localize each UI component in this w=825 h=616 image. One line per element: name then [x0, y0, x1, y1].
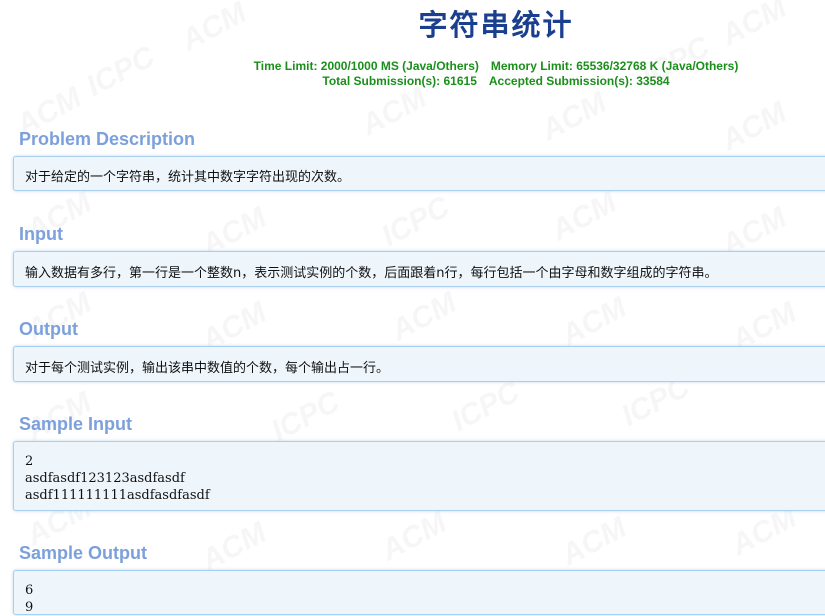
sample-output-heading: Sample Output: [19, 543, 148, 563]
limits-line-2: Total Submission(s): 61615 Accepted Submi…: [0, 74, 825, 89]
output-panel: 对于每个测试实例，输出该串中数值的个数，每个输出占一行。: [13, 346, 825, 382]
problem-title: 字符串统计: [418, 8, 574, 42]
input-heading: Input: [19, 224, 63, 244]
accepted-submissions: Accepted Submission(s): 33584: [488, 74, 670, 88]
problem-description-heading: Problem Description: [19, 129, 196, 149]
sample-input-heading: Sample Input: [19, 414, 133, 434]
sample-input-code: 2 asdfasdf123123asdfasdf asdf111111111as…: [25, 454, 210, 503]
input-text: 输入数据有多行，第一行是一个整数n，表示测试实例的个数，后面跟着n行，每行包括一…: [25, 266, 718, 281]
memory-limit: Memory Limit: 65536/32768 K (Java/Others…: [490, 59, 739, 73]
total-submissions: Total Submission(s): 61615: [322, 74, 477, 88]
limits-line-1: Time Limit: 2000/1000 MS (Java/Others) Me…: [0, 59, 825, 74]
problem-description-text: 对于给定的一个字符串，统计其中数字字符出现的次数。: [25, 170, 351, 185]
time-limit: Time Limit: 2000/1000 MS (Java/Others): [253, 59, 479, 73]
input-panel: 输入数据有多行，第一行是一个整数n，表示测试实例的个数，后面跟着n行，每行包括一…: [13, 251, 825, 287]
sample-input-panel: 2 asdfasdf123123asdfasdf asdf111111111as…: [13, 441, 825, 511]
problem-limits: Time Limit: 2000/1000 MS (Java/Others) Me…: [0, 59, 825, 89]
problem-description-panel: 对于给定的一个字符串，统计其中数字字符出现的次数。: [13, 156, 825, 191]
sample-output-code: 6 9: [25, 583, 34, 615]
output-heading: Output: [19, 319, 78, 339]
output-text: 对于每个测试实例，输出该串中数值的个数，每个输出占一行。: [25, 361, 390, 376]
problem-page: 字符串统计 Time Limit: 2000/1000 MS (Java/Oth…: [0, 0, 825, 615]
sample-output-panel: 6 9: [13, 570, 825, 615]
